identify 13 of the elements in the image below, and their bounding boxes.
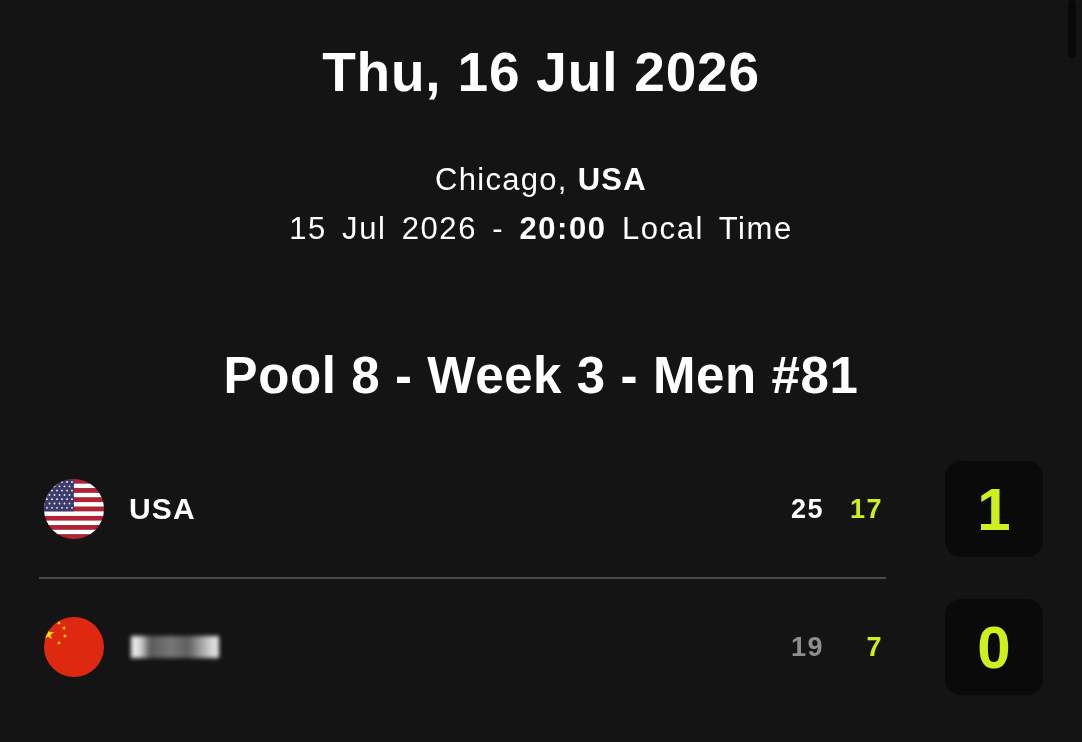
match-date: Thu, 16 Jul 2026	[322, 46, 760, 98]
match-score: 0	[945, 599, 1043, 695]
match-title: Pool 8 - Week 3 - Men #81	[223, 350, 859, 402]
set-score: 19	[789, 631, 824, 663]
set-score: 17	[848, 493, 883, 525]
us-flag-icon	[44, 479, 104, 539]
match-score: 1	[945, 461, 1043, 557]
set-score: 25	[789, 493, 824, 525]
china-flag-icon	[44, 617, 104, 677]
schedule-text: 15 Jul 2026 - 20:00 Local Time	[289, 210, 793, 248]
team-name: USA	[129, 492, 196, 526]
set-score: 7	[865, 631, 883, 663]
venue-text: Chicago, USA	[435, 161, 647, 199]
